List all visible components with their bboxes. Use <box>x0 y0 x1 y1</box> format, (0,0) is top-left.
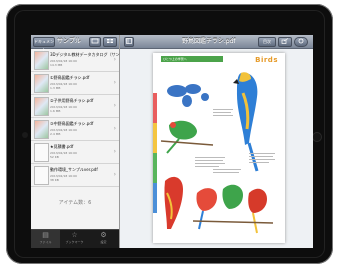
file-meta: 2013/02/18 16:00 52 KB <box>50 151 77 159</box>
sidebar-navbar: ドキュメント サンプル <box>31 35 119 52</box>
file-name: 動作環境_サンプルver.pdf <box>50 167 98 172</box>
pdf-thumbnail <box>34 97 49 116</box>
file-name: ③中野鳥図鑑チラシ.pdf <box>50 121 94 126</box>
sidebar-toggle-button[interactable] <box>124 37 134 47</box>
tab-label: ブックマーク <box>65 240 84 244</box>
pdf-viewer[interactable]: ひとつ上の学習へ Birds <box>120 49 313 248</box>
file-meta: 2013/02/18 16:00 38 KB <box>50 174 77 182</box>
item-count: アイテム数：6 <box>58 200 92 206</box>
pdf-page: ひとつ上の学習へ Birds <box>153 53 285 243</box>
back-button[interactable]: ドキュメント <box>33 37 55 52</box>
tab-files[interactable]: ▤ ファイル <box>31 230 60 248</box>
chevron-right-icon: › <box>113 148 116 155</box>
pdf-thumbnail <box>34 120 49 139</box>
edit-button[interactable] <box>89 37 101 47</box>
chevron-right-icon: › <box>113 171 116 178</box>
pdf-thumbnail <box>34 51 49 70</box>
tab-label: ファイル <box>39 240 52 244</box>
file-list: 3Dデジタル教材データカタログ（サンプル）.pdf 2013/02/18 16:… <box>31 49 139 227</box>
edit-icon <box>91 38 99 44</box>
tab-bar: ▤ ファイル ☆ ブックマーク ⚙ 設定 <box>31 229 119 248</box>
camera-icon <box>22 132 28 138</box>
chevron-right-icon: › <box>113 56 116 63</box>
bookmark-icon: ☆ <box>71 231 78 239</box>
file-meta: 2013/02/18 16:00 2.4 MB <box>50 128 77 136</box>
tab-settings[interactable]: ⚙ 設定 <box>89 230 118 248</box>
chevron-right-icon: › <box>113 125 116 132</box>
gear-icon <box>298 38 304 44</box>
file-name: ①野鳥図鑑チラシ.pdf <box>50 75 90 80</box>
settings-button[interactable] <box>294 37 308 47</box>
list-item[interactable]: 動作環境_サンプルver.pdf 2013/02/18 16:00 38 KB … <box>31 164 119 187</box>
file-meta: 2013/02/18 16:00 1.6 MB <box>50 105 77 113</box>
list-item[interactable]: ①野鳥図鑑チラシ.pdf 2013/02/18 16:00 1.3 MB › <box>31 72 119 95</box>
sidebar: ドキュメント サンプル 3Dデジタル教材データカタログ（サンプル）.pdf 20… <box>31 35 139 248</box>
pdf-thumbnail <box>34 74 49 93</box>
file-meta: 2013/02/18 16:00 14.3 MB <box>50 59 77 67</box>
gear-icon: ⚙ <box>100 231 107 239</box>
chevron-right-icon: › <box>113 102 116 109</box>
list-item[interactable]: ③中野鳥図鑑チラシ.pdf 2013/02/18 16:00 2.4 MB › <box>31 118 119 141</box>
file-name: ②子供用野鳥チラシ.pdf <box>50 98 94 103</box>
tab-label: 設定 <box>100 240 107 244</box>
grid-icon <box>107 39 113 43</box>
page-illustration <box>153 72 275 234</box>
viewer-navbar: 野鳥図鑑チラシ.pdf 目次 <box>120 35 313 49</box>
list-item[interactable]: 3Dデジタル教材データカタログ（サンプル）.pdf 2013/02/18 16:… <box>31 49 139 72</box>
share-button[interactable] <box>278 37 292 47</box>
folder-icon: ▤ <box>42 231 49 239</box>
tab-bookmarks[interactable]: ☆ ブックマーク <box>60 230 89 248</box>
pdf-thumbnail <box>34 143 49 162</box>
pdf-thumbnail <box>34 166 49 185</box>
list-item[interactable]: ②子供用野鳥チラシ.pdf 2013/02/18 16:00 1.6 MB › <box>31 95 119 118</box>
toc-button[interactable]: 目次 <box>258 37 276 47</box>
file-name: ★見積書.pdf <box>50 144 74 149</box>
sidebar-title: サンプル <box>57 38 81 45</box>
file-meta: 2013/02/18 16:00 1.3 MB <box>50 82 77 90</box>
screen: ドキュメント サンプル 3Dデジタル教材データカタログ（サンプル）.pdf 20… <box>31 35 313 248</box>
home-button[interactable] <box>312 132 322 142</box>
sidebar-icon <box>126 38 132 44</box>
view-toggle-button[interactable] <box>103 37 117 47</box>
chevron-right-icon: › <box>113 79 116 86</box>
share-icon <box>281 38 289 44</box>
document-title: 野鳥図鑑チラシ.pdf <box>182 38 236 45</box>
list-item[interactable]: ★見積書.pdf 2013/02/18 16:00 52 KB › <box>31 141 119 164</box>
